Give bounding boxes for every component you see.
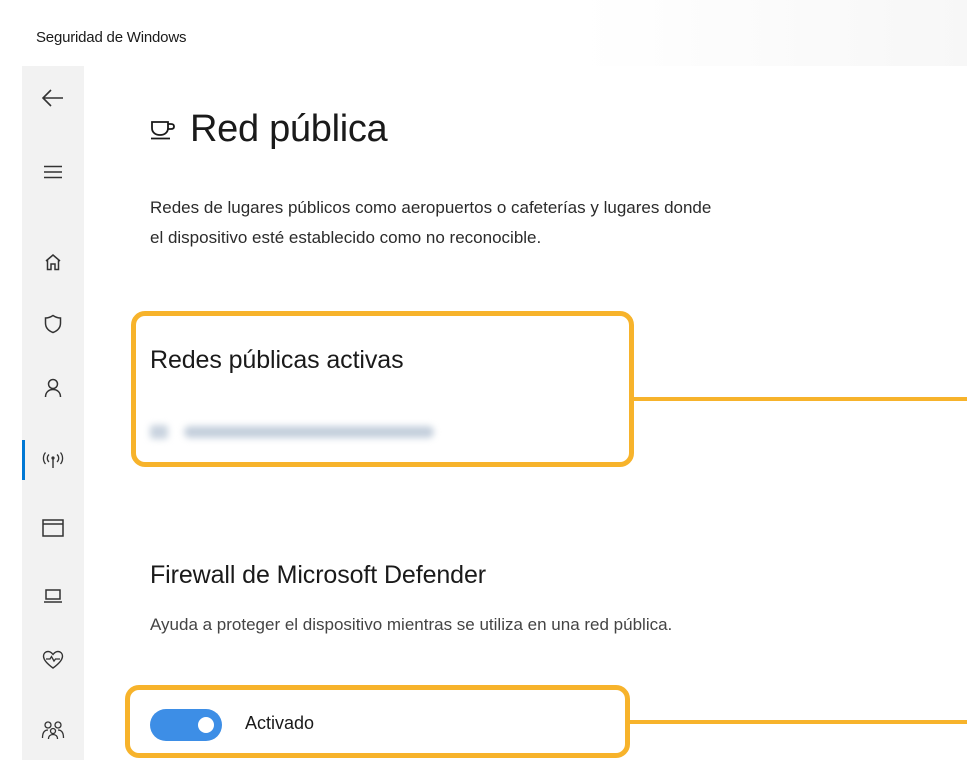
sidebar-item-firewall-network[interactable] bbox=[22, 436, 84, 484]
active-networks-callout-line bbox=[632, 397, 967, 401]
firewall-toggle-label: Activado bbox=[245, 713, 315, 733]
family-icon bbox=[41, 720, 65, 740]
back-button[interactable] bbox=[22, 74, 84, 122]
title-bar: Seguridad de Windows bbox=[0, 0, 967, 66]
menu-button[interactable] bbox=[22, 148, 84, 196]
navigation-sidebar bbox=[22, 66, 84, 760]
description-line: Redes de lugares públicos como aeropuert… bbox=[150, 198, 712, 217]
person-icon bbox=[44, 378, 62, 398]
sidebar-item-account-protection[interactable] bbox=[22, 364, 84, 412]
sidebar-item-device-performance[interactable] bbox=[22, 636, 84, 684]
page-heading: Red pública bbox=[150, 108, 388, 151]
page-title: Red pública bbox=[190, 108, 388, 150]
firewall-description: Ayuda a proteger el dispositivo mientras… bbox=[150, 615, 673, 634]
coffee-cup-icon bbox=[150, 120, 176, 145]
back-arrow-icon bbox=[41, 88, 65, 108]
wireless-signal-icon bbox=[40, 451, 66, 469]
sidebar-item-home[interactable] bbox=[22, 238, 84, 286]
app-title: Seguridad de Windows bbox=[36, 29, 187, 46]
firewall-title: Firewall de Microsoft Defender bbox=[150, 561, 487, 589]
shield-icon bbox=[44, 314, 62, 334]
active-networks-title: Redes públicas activas bbox=[150, 346, 404, 374]
windows-security-window: Seguridad de Windows Red pública Redes d… bbox=[0, 0, 967, 760]
home-icon bbox=[44, 253, 62, 271]
browser-window-icon bbox=[42, 519, 64, 537]
blurred-network-entry bbox=[150, 420, 460, 444]
toggle-knob bbox=[198, 717, 214, 733]
sidebar-item-virus-protection[interactable] bbox=[22, 300, 84, 348]
laptop-icon bbox=[43, 588, 63, 604]
sidebar-item-device-security[interactable] bbox=[22, 572, 84, 620]
network-icon bbox=[150, 425, 168, 439]
sidebar-item-family-options[interactable] bbox=[22, 706, 84, 754]
hamburger-menu-icon bbox=[43, 165, 63, 179]
firewall-toggle-callout-line bbox=[628, 720, 967, 724]
description-line: el dispositivo esté establecido como no … bbox=[150, 228, 542, 247]
heart-pulse-icon bbox=[42, 650, 64, 670]
firewall-toggle[interactable] bbox=[150, 709, 222, 741]
network-name-redacted bbox=[184, 426, 434, 438]
page-description: Redes de lugares públicos como aeropuert… bbox=[150, 193, 967, 253]
sidebar-item-app-browser-control[interactable] bbox=[22, 504, 84, 552]
